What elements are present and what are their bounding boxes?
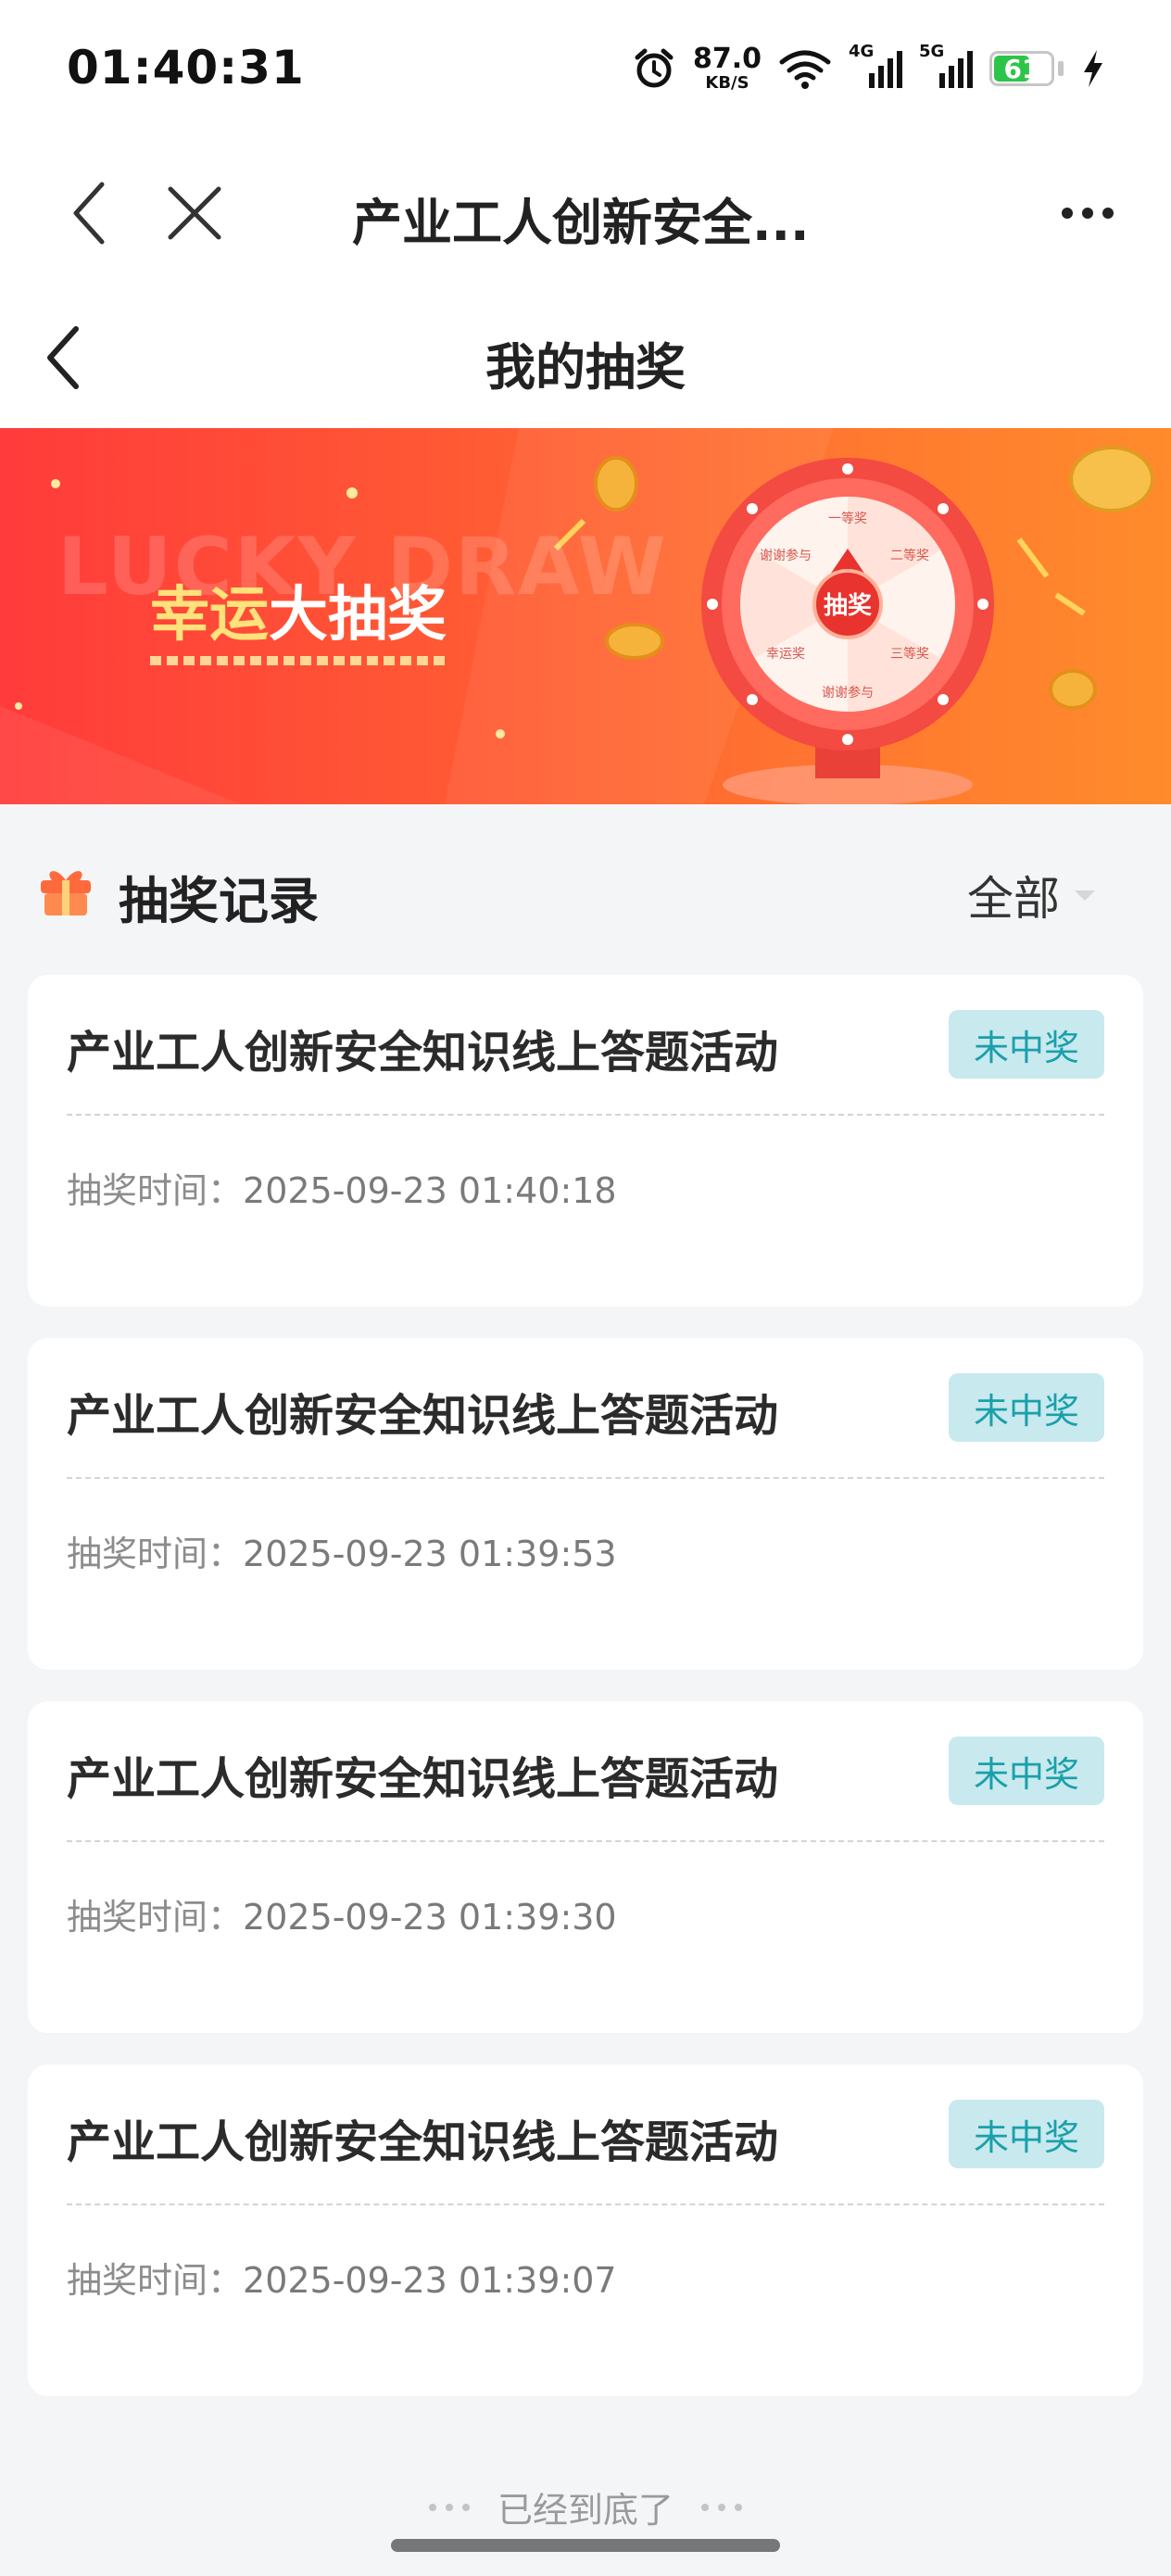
end-of-list-text: 已经到底了 (497, 2490, 674, 2531)
card-divider (67, 1114, 1104, 1116)
app-back-button[interactable] (52, 176, 126, 250)
dots-right-icon (701, 2503, 742, 2511)
more-button[interactable] (1041, 176, 1134, 250)
records-header: 抽奖记录 全部 (0, 804, 1171, 971)
prize-wheel-icon: 抽奖 一等奖 二等奖 三等奖 谢谢参与 幸运奖 谢谢参与 (701, 458, 994, 804)
signal-4g-label: 4G (849, 42, 875, 61)
banner-headline-highlight: 幸运 (150, 581, 269, 650)
net-speed: 87.0 KB/S (693, 45, 762, 92)
status-time: 01:40:31 (67, 41, 305, 95)
record-name: 产业工人创新安全知识线上答题活动 (67, 1753, 779, 1805)
record-time-value: 2025-09-23 01:39:30 (243, 1897, 617, 1938)
status-icons: 87.0 KB/S 4G 5G 61 (632, 41, 1106, 96)
wheel-label-5: 幸运奖 (766, 646, 805, 662)
record-time-label: 抽奖时间： (67, 1170, 244, 1211)
wheel-label-1: 一等奖 (828, 511, 867, 526)
net-speed-value: 87.0 (692, 43, 762, 75)
record-time-value: 2025-09-23 01:39:07 (243, 2260, 617, 2301)
record-name: 产业工人创新安全知识线上答题活动 (67, 2116, 779, 2168)
battery-icon: 61 (989, 51, 1054, 86)
wheel-label-2: 二等奖 (890, 548, 929, 563)
signal-icon-5g: 5G (919, 42, 973, 90)
card-divider (67, 1840, 1104, 1842)
net-speed-unit: KB/S (705, 73, 749, 93)
signal-icon-4g: 4G (849, 42, 902, 90)
status-badge: 未中奖 (949, 1736, 1104, 1805)
app-close-button[interactable] (157, 176, 232, 250)
lucky-draw-banner: LUCKY DRAW 幸运大抽奖 抽奖 一等奖 二等奖 三等奖 谢谢参与 幸运奖… (0, 428, 1171, 804)
battery-cap (1058, 61, 1064, 76)
record-time: 抽奖时间：2025-09-23 01:39:30 (67, 1888, 617, 1939)
record-time-label: 抽奖时间： (67, 1534, 244, 1574)
card-divider (67, 2203, 1104, 2205)
app-bar: 产业工人创新安全... (0, 139, 1171, 287)
status-badge: 未中奖 (949, 1373, 1104, 1442)
filter-dropdown[interactable]: 全部 (967, 862, 1097, 928)
record-time-label: 抽奖时间： (67, 1897, 244, 1938)
record-time: 抽奖时间：2025-09-23 01:39:53 (67, 1525, 617, 1576)
dots-left-icon (428, 2503, 470, 2511)
record-time-value: 2025-09-23 01:39:53 (243, 1534, 617, 1574)
gift-icon (41, 871, 91, 915)
chevron-left-icon (73, 182, 105, 245)
record-card[interactable]: 产业工人创新安全知识线上答题活动 未中奖 抽奖时间：2025-09-23 01:… (28, 975, 1143, 1307)
charging-bolt-icon (1084, 50, 1102, 87)
more-dots-icon (1062, 208, 1114, 219)
banner-headline-rest: 大抽奖 (269, 581, 447, 650)
record-time-value: 2025-09-23 01:40:18 (243, 1170, 617, 1211)
status-badge: 未中奖 (949, 2100, 1104, 2168)
status-badge: 未中奖 (949, 1010, 1104, 1079)
record-name: 产业工人创新安全知识线上答题活动 (67, 1390, 779, 1442)
home-indicator[interactable] (391, 2539, 780, 2552)
record-card[interactable]: 产业工人创新安全知识线上答题活动 未中奖 抽奖时间：2025-09-23 01:… (28, 1338, 1143, 1670)
battery-level: 61 (1003, 53, 1040, 84)
banner-headline: 幸运大抽奖 (150, 567, 447, 652)
wheel-label-4: 谢谢参与 (822, 685, 874, 701)
record-name: 产业工人创新安全知识线上答题活动 (67, 1027, 779, 1079)
record-time-label: 抽奖时间： (67, 2260, 244, 2301)
record-card[interactable]: 产业工人创新安全知识线上答题活动 未中奖 抽奖时间：2025-09-23 01:… (28, 2065, 1143, 2396)
caret-down-icon (1075, 890, 1095, 901)
close-icon (168, 186, 221, 240)
alarm-icon (635, 48, 674, 88)
wheel-label-6: 谢谢参与 (760, 548, 812, 563)
signal-5g-label: 5G (919, 42, 945, 61)
banner-underline (150, 656, 447, 665)
page-title: 我的抽奖 (485, 338, 686, 397)
end-of-list: 已经到底了 (0, 2481, 1171, 2532)
wifi-icon (779, 50, 831, 89)
page-header: 我的抽奖 (0, 287, 1171, 428)
records-title: 抽奖记录 (119, 872, 319, 930)
app-title: 产业工人创新安全... (352, 194, 810, 252)
wheel-center-label: 抽奖 (824, 591, 873, 620)
record-card[interactable]: 产业工人创新安全知识线上答题活动 未中奖 抽奖时间：2025-09-23 01:… (28, 1701, 1143, 2033)
filter-value: 全部 (967, 872, 1060, 926)
status-bar: 01:40:31 87.0 KB/S 4G 5G 61 (0, 0, 1171, 139)
record-time: 抽奖时间：2025-09-23 01:39:07 (67, 2252, 617, 2303)
wheel-label-3: 三等奖 (890, 646, 929, 662)
record-time: 抽奖时间：2025-09-23 01:40:18 (67, 1162, 617, 1213)
card-divider (67, 1477, 1104, 1479)
